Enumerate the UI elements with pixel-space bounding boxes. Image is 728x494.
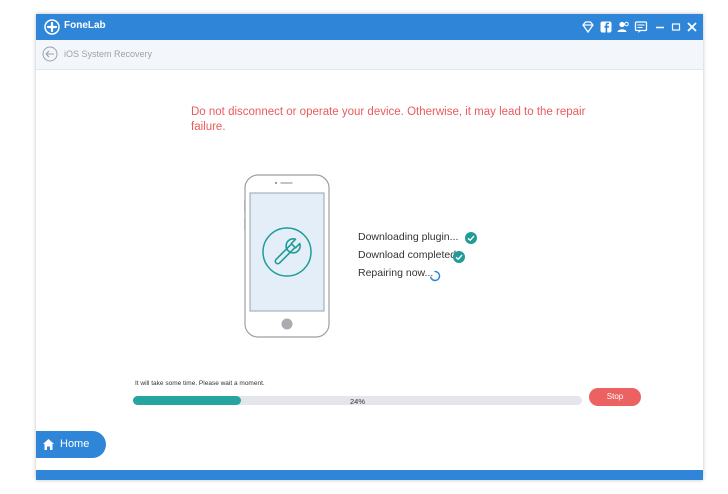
check-icon — [465, 232, 477, 244]
diamond-icon[interactable] — [581, 20, 595, 34]
status-download-completed: Download completed. — [358, 249, 459, 261]
warning-message: Do not disconnect or operate your device… — [191, 106, 586, 133]
stop-button[interactable]: Stop — [589, 388, 641, 406]
back-arrow-icon[interactable] — [42, 46, 58, 62]
check-icon — [453, 251, 465, 263]
home-icon — [43, 439, 54, 450]
close-icon[interactable] — [685, 20, 699, 34]
home-button[interactable]: Home — [36, 431, 106, 458]
title-bar: FoneLab — [36, 14, 703, 40]
page-title: iOS System Recovery — [64, 49, 153, 59]
app-window: FoneLab iOS System Recovery Do not disco… — [36, 14, 703, 480]
facebook-icon[interactable] — [599, 20, 613, 34]
progress-percent: 24% — [349, 397, 365, 406]
spinner-icon — [429, 270, 441, 282]
phone-illustration-icon — [244, 174, 330, 338]
progress-bar: 24% — [133, 396, 582, 406]
sub-header: iOS System Recovery — [36, 40, 703, 70]
minimize-icon[interactable] — [653, 20, 667, 34]
user-icon[interactable] — [616, 20, 630, 34]
app-title: FoneLab — [64, 20, 106, 31]
home-label: Home — [60, 438, 90, 450]
bottom-bar — [36, 470, 703, 480]
progress-caption: It will take some time. Please wait a mo… — [135, 380, 265, 387]
maximize-icon[interactable] — [669, 20, 683, 34]
status-downloading-plugin: Downloading plugin... — [358, 231, 459, 243]
fonelab-logo-icon — [44, 19, 60, 35]
feedback-icon[interactable] — [634, 20, 648, 34]
status-repairing-now: Repairing now... — [358, 267, 434, 279]
